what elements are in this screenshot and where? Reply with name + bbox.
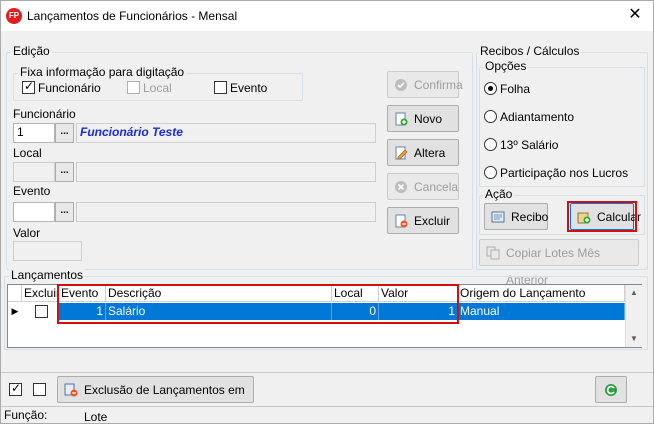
row-excluir-checkbox[interactable] (35, 305, 48, 318)
cell-origem[interactable]: Manual (458, 303, 625, 320)
funcionario-name-field: Funcionário Teste (76, 123, 376, 143)
footer-uncheck-all[interactable] (33, 383, 46, 396)
batch-delete-icon (64, 383, 78, 397)
recibo-label: Recibo (511, 210, 549, 224)
scroll-up-icon[interactable]: ▲ (626, 285, 642, 301)
receipt-icon (491, 211, 505, 223)
confirma-label: Confirma (414, 78, 463, 92)
edit-doc-icon (395, 146, 408, 160)
copy-icon (486, 246, 500, 260)
col-header-excluir[interactable]: Excluir (22, 285, 60, 302)
delete-doc-icon (395, 214, 408, 228)
local-name-field (76, 162, 376, 182)
evento-name-field (76, 202, 376, 222)
scroll-down-icon[interactable]: ▼ (626, 331, 642, 347)
radio-folha[interactable] (484, 82, 497, 95)
opcoes-label: Opções (483, 59, 529, 73)
col-header-origem[interactable]: Origem do Lançamento (458, 285, 625, 302)
check-icon: ✓ (24, 79, 35, 93)
table-row-excluir-cell[interactable] (22, 303, 59, 320)
lancamentos-label: Lançamentos (9, 268, 86, 282)
cancela-button[interactable]: Cancela (387, 173, 459, 200)
radio-adiantamento[interactable] (484, 110, 497, 123)
cancela-label: Cancela (414, 180, 459, 194)
exclusao-lote-label: Exclusão de Lançamentos em Lote (84, 383, 245, 424)
altera-button[interactable]: Altera (387, 139, 459, 166)
funcionario-name-value: Funcionário Teste (80, 125, 183, 139)
funcionario-lookup-button[interactable]: ... (55, 123, 74, 143)
local-code-input[interactable] (13, 162, 55, 182)
radio-adiantamento-label: Adiantamento (500, 110, 575, 124)
app-logo-icon: FP (6, 8, 22, 24)
refresh-button[interactable] (595, 376, 627, 403)
recibos-label: Recibos / Cálculos (478, 44, 582, 58)
radio-13-salario[interactable] (484, 138, 497, 151)
recibo-button[interactable]: Recibo (484, 203, 548, 230)
radio-folha-label: Folha (500, 82, 531, 96)
novo-label: Novo (414, 112, 443, 126)
footer-separator (1, 372, 653, 373)
fixa-local-checkbox[interactable] (127, 81, 140, 94)
fixa-evento-label: Evento (230, 81, 268, 95)
fixa-funcionario-label: Funcionário (38, 81, 101, 95)
evento-label: Evento (13, 184, 51, 198)
evento-code-input[interactable] (13, 202, 55, 222)
excluir-label: Excluir (414, 214, 451, 228)
fixa-local-label: Local (143, 81, 172, 95)
radio-13-salario-label: 13º Salário (500, 138, 559, 152)
refresh-icon (605, 384, 617, 396)
status-separator (1, 406, 653, 407)
confirma-button[interactable]: Confirma (387, 71, 463, 98)
window-body: Edição Fixa informação para digitação ✓ … (1, 31, 653, 424)
radio-participacao-lucros[interactable] (484, 166, 497, 179)
local-label: Local (13, 146, 42, 160)
acao-label: Ação (483, 187, 515, 201)
close-button[interactable]: ✕ (623, 4, 647, 26)
row-highlight-box (57, 284, 459, 324)
funcionario-code-value: 1 (17, 125, 24, 139)
funcao-status-label: Função: (4, 408, 48, 422)
funcionario-label: Funcionário (13, 107, 76, 121)
altera-label: Altera (414, 146, 446, 160)
title-bar: FP Lançamentos de Funcionários - Mensal … (1, 1, 653, 31)
copiar-lotes-button[interactable]: Copiar Lotes Mês Anterior (479, 239, 639, 287)
radio-participacao-label: Participação nos Lucros (500, 166, 629, 180)
row-indicator-header (8, 285, 22, 302)
fixa-funcionario-checkbox[interactable]: ✓ (22, 79, 35, 94)
row-pointer-icon: ▶ (8, 303, 22, 320)
main-window: FP Lançamentos de Funcionários - Mensal … (0, 0, 654, 424)
cancel-icon (395, 181, 407, 193)
valor-input[interactable] (13, 241, 82, 261)
fixa-label: Fixa informação para digitação (18, 65, 187, 79)
novo-button[interactable]: Novo (387, 105, 459, 132)
excluir-button[interactable]: Excluir (387, 207, 459, 234)
footer-check-all[interactable]: ✓ (9, 381, 22, 396)
new-doc-icon (395, 112, 408, 126)
valor-label: Valor (13, 226, 41, 240)
funcionario-code-input[interactable]: 1 (13, 123, 55, 143)
window-title: Lançamentos de Funcionários - Mensal (27, 9, 238, 23)
local-lookup-button[interactable]: ... (55, 162, 74, 182)
table-vertical-scrollbar[interactable]: ▲ ▼ (625, 285, 642, 347)
evento-lookup-button[interactable]: ... (55, 202, 74, 222)
calcular-highlight-box (567, 201, 637, 232)
fixa-evento-checkbox[interactable] (214, 81, 227, 94)
edicao-label: Edição (11, 44, 52, 58)
check-circle-icon (395, 79, 407, 91)
exclusao-lote-button[interactable]: Exclusão de Lançamentos em Lote (57, 376, 254, 424)
